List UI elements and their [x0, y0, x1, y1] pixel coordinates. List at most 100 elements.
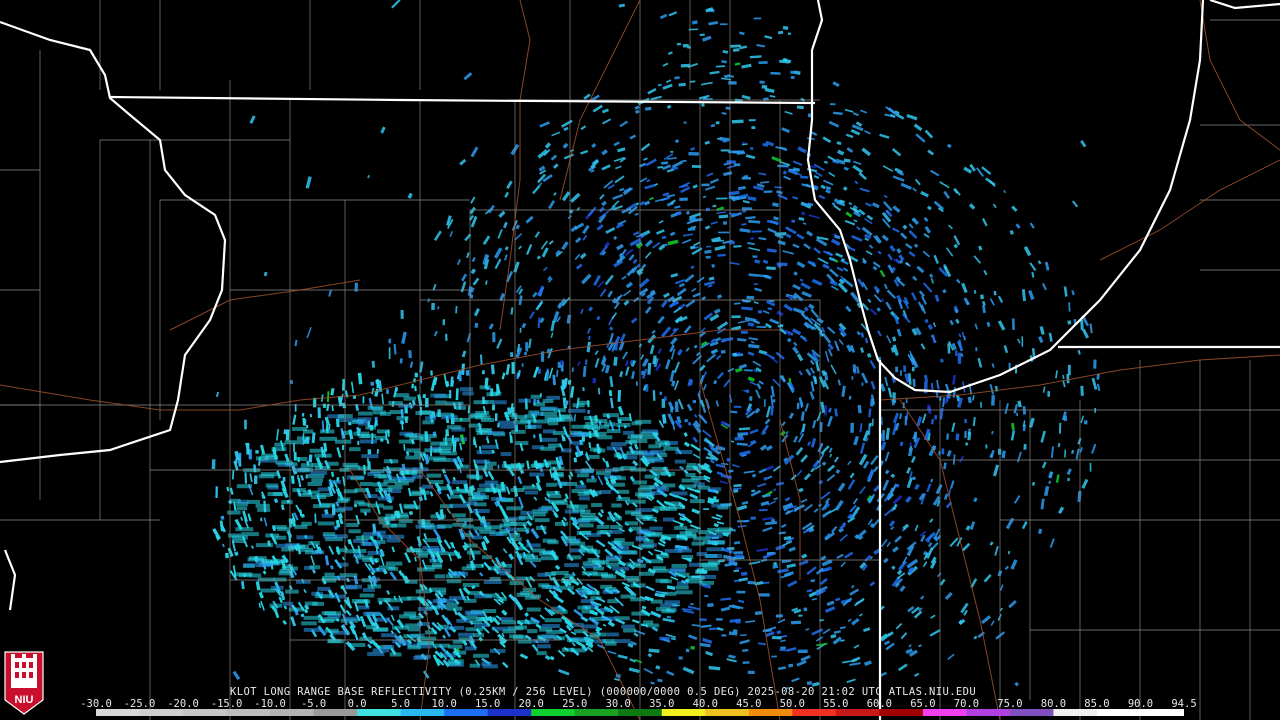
- echo-cell: [912, 378, 916, 387]
- echo-cell: [337, 562, 349, 567]
- echo-cell: [578, 496, 590, 501]
- echo-cell: [624, 521, 639, 526]
- echo-cell: [726, 457, 730, 462]
- echo-cell: [587, 409, 590, 414]
- echo-cell: [913, 431, 918, 443]
- echo-cell: [702, 566, 719, 571]
- echo-cell: [612, 467, 624, 472]
- echo-cell: [257, 507, 271, 512]
- echo-cell: [707, 560, 721, 565]
- echo-cell: [382, 505, 393, 510]
- echo-cell: [708, 487, 722, 492]
- echo-cell: [741, 176, 751, 180]
- echo-cell: [403, 503, 416, 508]
- echo-cell: [411, 492, 423, 497]
- echo-cell: [446, 606, 463, 611]
- echo-cell: [424, 538, 439, 543]
- echo-cell: [341, 444, 345, 451]
- echo-cell: [317, 407, 321, 419]
- echo-cell: [487, 431, 505, 436]
- colorbar-segment: [183, 709, 228, 716]
- echo-cell: [604, 422, 616, 427]
- echo-cell: [238, 499, 249, 504]
- echo-cell: [679, 531, 692, 536]
- colorbar-segment: [835, 709, 880, 716]
- echo-cell: [247, 557, 263, 562]
- echo-cell: [522, 485, 540, 490]
- echo-cell: [740, 330, 748, 334]
- echo-cell: [985, 444, 988, 449]
- echo-cell: [707, 499, 719, 503]
- echo-cell: [903, 365, 907, 373]
- echo-cell: [763, 97, 769, 101]
- echo-cell: [678, 656, 683, 660]
- echo-cell: [345, 549, 360, 554]
- echo-cell: [324, 628, 339, 633]
- echo-cell: [403, 634, 421, 639]
- colorbar-segment: [270, 709, 315, 716]
- echo-cell: [385, 561, 403, 566]
- echo-cell: [535, 525, 547, 530]
- echo-cell: [415, 550, 433, 555]
- echo-cell: [482, 400, 494, 405]
- echo-cell: [741, 571, 748, 576]
- echo-cell: [260, 588, 276, 593]
- echo-cell: [394, 512, 408, 517]
- echo-cell: [697, 485, 710, 490]
- echo-cell: [596, 524, 610, 529]
- echo-cell: [758, 593, 770, 597]
- echo-cell: [1083, 420, 1088, 425]
- echo-cell: [626, 451, 644, 456]
- echo-cell: [424, 630, 437, 635]
- echo-cell: [605, 641, 617, 646]
- echo-cell: [635, 537, 646, 542]
- echo-cell: [516, 527, 530, 532]
- echo-cell: [424, 605, 441, 610]
- echo-cell: [542, 538, 557, 543]
- echo-cell: [381, 633, 397, 638]
- echo-cell: [446, 602, 458, 607]
- echo-cell: [243, 563, 256, 568]
- echo-cell: [478, 483, 495, 488]
- echo-cell: [388, 338, 392, 344]
- echo-cell: [638, 544, 654, 549]
- echo-cell: [314, 594, 331, 599]
- echo-cell: [955, 433, 960, 441]
- echo-cell: [448, 644, 463, 649]
- echo-cell: [595, 471, 611, 476]
- echo-cell: [445, 429, 449, 437]
- echo-cell: [491, 496, 506, 501]
- echo-cell: [432, 643, 450, 648]
- echo-cell: [606, 429, 621, 434]
- echo-cell: [473, 508, 490, 513]
- echo-cell: [392, 625, 409, 630]
- colorbar-segment: [618, 709, 663, 716]
- echo-cell: [458, 371, 462, 382]
- echo-cell: [577, 491, 590, 496]
- echo-cell: [489, 648, 506, 653]
- echo-cell: [533, 434, 536, 439]
- echo-cell: [458, 632, 475, 637]
- echo-cell: [634, 419, 652, 424]
- colorbar-segment: [1096, 709, 1141, 716]
- echo-cell: [407, 645, 421, 650]
- echo-cell: [480, 418, 495, 423]
- echo-cell: [642, 516, 657, 521]
- echo-cell: [776, 262, 788, 267]
- echo-cell: [365, 425, 377, 430]
- echo-cell: [511, 429, 526, 434]
- echo-cell: [554, 521, 569, 526]
- echo-cell: [535, 462, 552, 467]
- echo-cell: [536, 651, 547, 656]
- echo-cell: [747, 670, 755, 674]
- echo-cell: [682, 44, 689, 48]
- echo-cell: [635, 508, 652, 513]
- echo-cell: [429, 558, 440, 563]
- echo-cell: [371, 360, 376, 368]
- echo-cell: [904, 415, 908, 426]
- echo-cell: [577, 605, 591, 610]
- echo-cell: [570, 541, 586, 546]
- colorbar-segment: [705, 709, 750, 716]
- echo-cell: [641, 429, 658, 434]
- echo-cell: [965, 442, 969, 446]
